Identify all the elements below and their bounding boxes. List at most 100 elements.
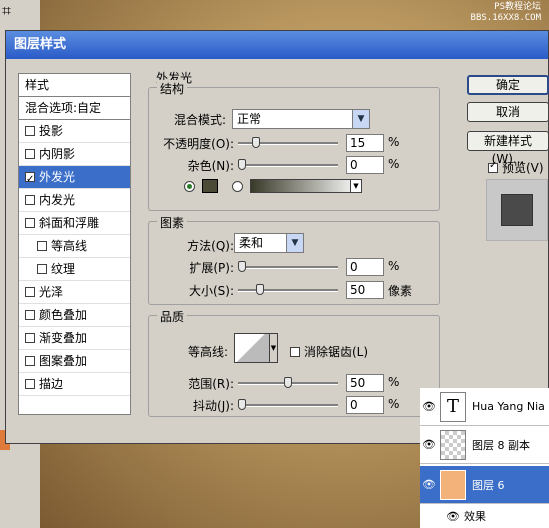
style-item-label: 内阴影 bbox=[39, 147, 76, 161]
quality-label: 品质 bbox=[157, 308, 188, 325]
style-checkbox[interactable] bbox=[25, 333, 35, 343]
spread-unit: % bbox=[388, 259, 400, 273]
antialias-checkbox[interactable] bbox=[290, 346, 300, 357]
noise-input[interactable]: 0 bbox=[346, 156, 384, 174]
style-item[interactable]: 内发光 bbox=[19, 189, 130, 212]
eye-icon[interactable]: 👁 bbox=[420, 438, 438, 451]
preview-label: 预览(V) bbox=[502, 161, 544, 175]
contour-picker[interactable] bbox=[234, 333, 270, 363]
style-item-label: 描边 bbox=[39, 377, 64, 391]
style-item-label: 纹理 bbox=[51, 262, 76, 276]
slider-thumb[interactable] bbox=[238, 159, 246, 170]
style-checkbox[interactable] bbox=[25, 149, 35, 159]
style-item[interactable]: 斜面和浮雕 bbox=[19, 212, 130, 235]
style-checkbox[interactable] bbox=[37, 264, 47, 274]
glow-gradient-picker[interactable]: ▼ bbox=[250, 179, 362, 193]
antialias-option[interactable]: 消除锯齿(L) bbox=[290, 343, 368, 360]
range-input[interactable]: 50 bbox=[346, 374, 384, 392]
style-checkbox[interactable] bbox=[25, 379, 35, 389]
layer-row[interactable]: 👁 T Hua Yang Nia bbox=[420, 388, 549, 426]
layer-thumbnail: T bbox=[440, 391, 466, 422]
opacity-slider[interactable] bbox=[238, 137, 338, 149]
range-unit: % bbox=[388, 375, 400, 389]
jitter-unit: % bbox=[388, 397, 400, 411]
size-slider[interactable] bbox=[238, 284, 338, 296]
jitter-label: 抖动(J): bbox=[193, 399, 234, 413]
opacity-input[interactable]: 15 bbox=[346, 134, 384, 152]
style-item[interactable]: 光泽 bbox=[19, 281, 130, 304]
style-item[interactable]: 颜色叠加 bbox=[19, 304, 130, 327]
style-checkbox[interactable] bbox=[25, 287, 35, 297]
eye-icon[interactable]: 👁 bbox=[420, 400, 438, 413]
spread-slider[interactable] bbox=[238, 261, 338, 273]
style-checkbox[interactable] bbox=[25, 195, 35, 205]
slider-thumb[interactable] bbox=[284, 377, 292, 388]
layers-panel: 👁 T Hua Yang Nia 👁 图层 8 副本 👁 图层 6 👁 效果 bbox=[420, 388, 549, 528]
technique-select[interactable]: 柔和 ▼ bbox=[234, 233, 304, 253]
chevron-down-icon: ▼ bbox=[286, 234, 303, 252]
slider-thumb[interactable] bbox=[238, 261, 246, 272]
layer-name: Hua Yang Nia bbox=[472, 400, 545, 413]
size-label: 大小(S): bbox=[188, 284, 234, 298]
layer-row-selected[interactable]: 👁 图层 6 bbox=[420, 466, 549, 504]
style-item[interactable]: 纹理 bbox=[19, 258, 130, 281]
range-label: 范围(R): bbox=[188, 377, 234, 391]
layer-row[interactable]: 👁 图层 8 副本 bbox=[420, 426, 549, 464]
ok-button[interactable]: 确定 bbox=[467, 75, 549, 95]
preview-option[interactable]: 预览(V) bbox=[488, 159, 544, 176]
noise-slider[interactable] bbox=[238, 159, 338, 171]
slider-thumb[interactable] bbox=[252, 137, 260, 148]
layer-style-dialog: 图层样式 样式 混合选项:自定 投影内阴影外发光内发光斜面和浮雕等高线纹理光泽颜… bbox=[5, 30, 549, 444]
crop-tool-icon[interactable]: ⌗ bbox=[2, 2, 22, 20]
color-radio[interactable] bbox=[184, 181, 195, 192]
style-checkbox[interactable] bbox=[25, 310, 35, 320]
jitter-slider[interactable] bbox=[238, 399, 338, 411]
technique-value: 柔和 bbox=[239, 236, 264, 250]
style-item[interactable]: 外发光 bbox=[19, 166, 130, 191]
style-checkbox[interactable] bbox=[25, 356, 35, 366]
effects-label: 效果 bbox=[464, 510, 486, 523]
new-style-button[interactable]: 新建样式(W)... bbox=[467, 131, 549, 166]
technique-label: 方法(Q): bbox=[187, 239, 234, 253]
eye-icon[interactable]: 👁 bbox=[420, 510, 464, 523]
spread-input[interactable]: 0 bbox=[346, 258, 384, 276]
size-input[interactable]: 50 bbox=[346, 281, 384, 299]
opacity-unit: % bbox=[388, 135, 400, 149]
slider-thumb[interactable] bbox=[256, 284, 264, 295]
watermark-line-1: PS教程论坛 bbox=[494, 2, 541, 12]
style-item-label: 外发光 bbox=[39, 170, 76, 184]
glow-color-swatch[interactable] bbox=[202, 179, 218, 193]
style-item[interactable]: 等高线 bbox=[19, 235, 130, 258]
styles-header[interactable]: 样式 bbox=[19, 74, 130, 97]
chevron-down-icon: ▼ bbox=[350, 180, 361, 192]
style-checkbox[interactable] bbox=[25, 218, 35, 228]
blend-mode-value: 正常 bbox=[237, 112, 262, 126]
blending-options-item[interactable]: 混合选项:自定 bbox=[19, 97, 130, 120]
effects-row[interactable]: 👁 效果 bbox=[420, 506, 549, 526]
range-slider[interactable] bbox=[238, 377, 338, 389]
layer-thumbnail bbox=[440, 469, 466, 500]
style-checkbox[interactable] bbox=[25, 126, 35, 136]
cancel-button[interactable]: 取消 bbox=[467, 102, 549, 122]
style-item[interactable]: 投影 bbox=[19, 120, 130, 143]
style-checkbox[interactable] bbox=[37, 241, 47, 251]
style-item[interactable]: 内阴影 bbox=[19, 143, 130, 166]
spread-label: 扩展(P): bbox=[189, 261, 234, 275]
antialias-label: 消除锯齿(L) bbox=[304, 345, 369, 359]
slider-thumb[interactable] bbox=[238, 399, 246, 410]
style-item[interactable]: 渐变叠加 bbox=[19, 327, 130, 350]
style-item[interactable]: 描边 bbox=[19, 373, 130, 396]
blend-mode-select[interactable]: 正常 ▼ bbox=[232, 109, 370, 129]
style-checkbox[interactable] bbox=[25, 169, 35, 191]
style-item-label: 内发光 bbox=[39, 193, 76, 207]
gradient-radio[interactable] bbox=[232, 181, 243, 192]
preview-swatch bbox=[501, 194, 533, 226]
chevron-down-icon[interactable]: ▼ bbox=[270, 333, 278, 363]
noise-unit: % bbox=[388, 157, 400, 171]
style-item[interactable]: 图案叠加 bbox=[19, 350, 130, 373]
preview-checkbox[interactable] bbox=[488, 160, 498, 173]
jitter-input[interactable]: 0 bbox=[346, 396, 384, 414]
style-list: 样式 混合选项:自定 投影内阴影外发光内发光斜面和浮雕等高线纹理光泽颜色叠加渐变… bbox=[18, 73, 131, 415]
watermark: PS教程论坛 BBS.16XX8.COM bbox=[471, 2, 541, 24]
eye-icon[interactable]: 👁 bbox=[420, 478, 438, 491]
